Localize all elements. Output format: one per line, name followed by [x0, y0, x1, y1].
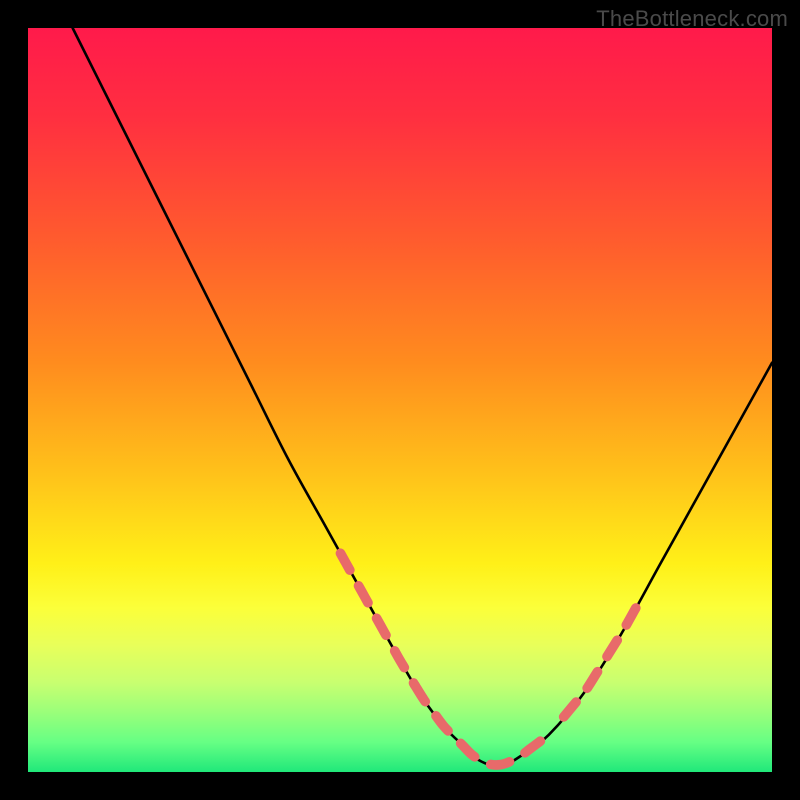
highlight-segment: [340, 553, 414, 685]
watermark-text: TheBottleneck.com: [596, 6, 788, 32]
curve-layer: [28, 28, 772, 772]
plot-area: [28, 28, 772, 772]
bottleneck-curve: [73, 28, 772, 766]
highlight-dashes: [340, 553, 638, 765]
highlight-segment: [415, 685, 549, 765]
outer-frame: TheBottleneck.com: [0, 0, 800, 800]
highlight-segment: [564, 604, 638, 717]
